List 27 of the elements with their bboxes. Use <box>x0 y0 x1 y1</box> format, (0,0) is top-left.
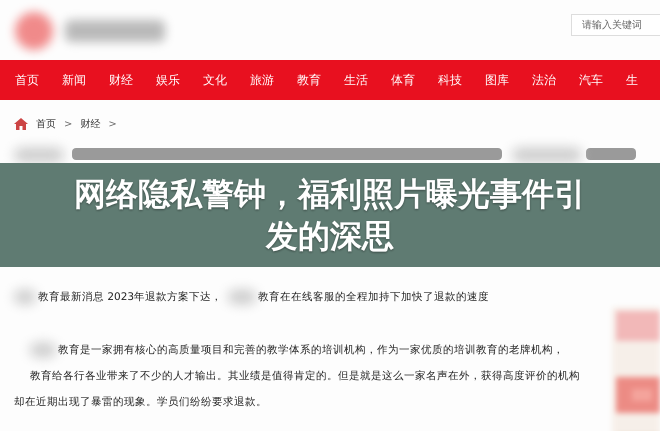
headline-bar <box>586 148 636 160</box>
nav-link[interactable]: 图库 <box>485 72 513 88</box>
nav-link[interactable]: 娱乐 <box>156 72 184 88</box>
banner-title: 网络隐私警钟，福利照片曝光事件引发的深思 <box>73 174 587 257</box>
lead-text: 教育最新消息 2023年退款方案下达， <box>38 290 222 304</box>
breadcrumb-link[interactable]: 财经 <box>80 117 100 131</box>
breadcrumb-separator: > <box>108 118 117 130</box>
paragraph-line: 却在近期出现了暴雷的现象。学员们纷纷要求退款。 <box>14 395 267 409</box>
nav-link[interactable]: 文化 <box>203 72 231 88</box>
nav-link[interactable]: 体育 <box>391 72 419 88</box>
nav-link[interactable]: 科技 <box>438 72 466 88</box>
nav-link[interactable]: 首页 <box>15 72 43 88</box>
nav-link[interactable]: 汽车 <box>579 72 607 88</box>
nav-link[interactable]: 生活 <box>344 72 372 88</box>
search-field[interactable]: 请输入关键词 <box>571 14 660 36</box>
nav-link[interactable]: 新闻 <box>62 72 90 88</box>
paragraph-line: 教育给各行各业带来了不少的人才输出。其业绩是值得肯定的。但是就是这么一家名声在外，获得高度评价的机构 <box>30 369 580 383</box>
breadcrumb-separator: > <box>64 118 72 130</box>
nav-link[interactable]: 教育 <box>297 72 325 88</box>
paragraph-line: 教育是一家拥有核心的高质量项目和完善的教学体系的培训机构，作为一家优质的培训教育的老牌机构， <box>58 343 564 357</box>
home-icon[interactable] <box>14 118 28 130</box>
breadcrumb-link[interactable]: 首页 <box>36 117 56 131</box>
nav-link[interactable]: 法治 <box>532 72 560 88</box>
lead-text: 教育在在线客服的全程加持下加快了退款的速度 <box>258 290 490 304</box>
nav-link[interactable]: 财经 <box>109 72 137 88</box>
nav-link[interactable]: 旅游 <box>250 72 278 88</box>
nav-link[interactable]: 生 <box>626 72 654 88</box>
